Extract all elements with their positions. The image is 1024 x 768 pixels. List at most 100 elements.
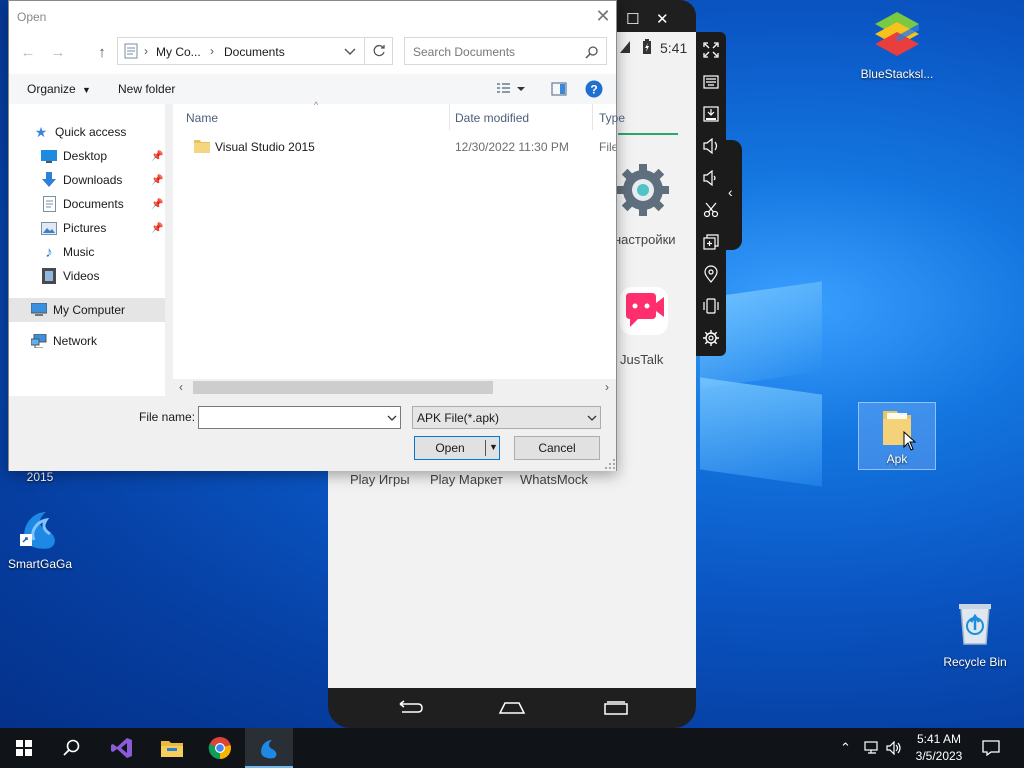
- video-icon: [41, 268, 57, 284]
- nav-downloads[interactable]: Downloads: [41, 169, 122, 191]
- chevron-down-icon[interactable]: [344, 48, 356, 56]
- view-options-icon[interactable]: [496, 82, 526, 96]
- nav-desktop[interactable]: Desktop: [41, 145, 107, 167]
- android-recents-button[interactable]: [596, 696, 636, 720]
- keyboard-button[interactable]: [696, 68, 726, 96]
- cancel-button[interactable]: Cancel: [514, 436, 600, 460]
- organize-button[interactable]: Organize ▼: [27, 82, 91, 96]
- chevron-up-icon[interactable]: ⌃: [840, 740, 851, 756]
- table-row[interactable]: Visual Studio 2015 12/30/2022 11:30 PM F…: [173, 134, 616, 158]
- search-input[interactable]: Search Documents: [404, 37, 607, 65]
- taskbar: ⌃ 5:41 AM 3/5/2023: [0, 728, 1024, 768]
- maximize-icon[interactable]: ☐: [626, 10, 639, 28]
- breadcrumb-separator-icon: ›: [144, 44, 148, 58]
- taskbar-chrome[interactable]: [196, 728, 244, 768]
- open-button[interactable]: Open ▼: [414, 436, 500, 460]
- open-file-dialog: Open ✕ ← → ↑ › My Co... › Documents Sear…: [8, 0, 625, 471]
- resize-grip-icon[interactable]: [605, 459, 615, 469]
- nav-pictures[interactable]: Pictures: [41, 217, 106, 239]
- install-apk-button[interactable]: [696, 100, 726, 128]
- nav-label: Downloads: [63, 173, 123, 187]
- mouse-cursor-icon: [903, 431, 917, 451]
- app-label-play-store: Play Маркет: [430, 472, 503, 487]
- back-arrow-icon[interactable]: ←: [17, 41, 39, 63]
- location-button[interactable]: [696, 260, 726, 288]
- pin-icon[interactable]: 📌: [151, 199, 163, 210]
- column-header-type[interactable]: Type: [599, 111, 625, 125]
- forward-arrow-icon[interactable]: →: [47, 41, 69, 63]
- taskbar-clock[interactable]: 5:41 AM 3/5/2023: [905, 731, 973, 765]
- taskbar-visual-studio[interactable]: [98, 728, 146, 768]
- multi-instance-button[interactable]: [696, 228, 726, 256]
- up-arrow-icon[interactable]: ↑: [91, 41, 113, 63]
- bluestacks-icon: [875, 12, 919, 56]
- dialog-close-button[interactable]: ✕: [593, 5, 613, 27]
- desktop-icon-smartgaga[interactable]: SmartGaGa: [0, 506, 80, 571]
- nav-network[interactable]: Network: [31, 330, 97, 352]
- screenshot-button[interactable]: [696, 196, 726, 224]
- nav-quick-access[interactable]: ★ Quick access: [33, 121, 127, 143]
- chevron-down-icon[interactable]: [387, 415, 397, 422]
- volume-down-button[interactable]: [696, 164, 726, 192]
- pin-icon[interactable]: 📌: [151, 151, 163, 162]
- search-button[interactable]: [48, 728, 96, 768]
- nav-documents[interactable]: Documents: [41, 193, 124, 215]
- caret-down-icon[interactable]: ▼: [489, 442, 498, 452]
- horizontal-scrollbar[interactable]: ‹ ›: [173, 379, 616, 396]
- scissors-icon: [703, 202, 719, 218]
- refresh-button[interactable]: [365, 37, 393, 65]
- breadcrumb-item[interactable]: Documents: [224, 45, 285, 59]
- android-home-button[interactable]: [492, 696, 532, 720]
- new-folder-button[interactable]: New folder: [118, 82, 175, 96]
- file-name-input[interactable]: [198, 406, 401, 429]
- search-icon: [63, 739, 80, 756]
- start-button[interactable]: [0, 728, 48, 768]
- column-separator[interactable]: [449, 104, 450, 130]
- shake-button[interactable]: [696, 292, 726, 320]
- desktop-icon-bluestacks[interactable]: BlueStacksl...: [857, 8, 937, 81]
- help-icon[interactable]: ?: [585, 80, 603, 98]
- preview-pane-icon[interactable]: [551, 82, 567, 96]
- nav-videos[interactable]: Videos: [41, 265, 99, 287]
- desktop-icon-label: SmartGaGa: [7, 557, 73, 571]
- desktop-icon-visual-studio[interactable]: 2015: [0, 470, 80, 484]
- fullscreen-button[interactable]: [696, 36, 726, 64]
- breadcrumb-separator-icon: ›: [210, 44, 214, 58]
- nav-label: Videos: [63, 269, 100, 283]
- sort-caret-icon: ^: [314, 100, 319, 110]
- close-icon[interactable]: ✕: [656, 10, 669, 28]
- nav-label: Music: [63, 245, 95, 259]
- scroll-right-icon[interactable]: ›: [605, 380, 609, 394]
- column-separator[interactable]: [592, 104, 593, 130]
- nav-pane-divider[interactable]: [165, 104, 173, 396]
- pin-icon[interactable]: 📌: [151, 175, 163, 186]
- nav-label: Pictures: [63, 221, 107, 235]
- breadcrumb-item[interactable]: My Co...: [156, 45, 201, 59]
- volume-icon[interactable]: [886, 741, 902, 755]
- nav-my-computer[interactable]: My Computer: [31, 299, 125, 321]
- settings-app-icon[interactable]: [615, 162, 671, 218]
- volume-up-button[interactable]: [696, 132, 726, 160]
- column-header-date[interactable]: Date modified: [455, 111, 529, 125]
- column-header-name[interactable]: Name: [186, 111, 218, 125]
- command-bar: Organize ▼ New folder ?: [9, 74, 616, 104]
- android-back-button[interactable]: [390, 696, 430, 720]
- address-bar[interactable]: › My Co... › Documents: [117, 37, 365, 65]
- documents-folder-icon: [124, 43, 138, 59]
- clock-date: 3/5/2023: [915, 749, 963, 763]
- file-type-select[interactable]: APK File(*.apk): [412, 406, 601, 429]
- network-icon[interactable]: [864, 741, 880, 755]
- taskbar-file-explorer[interactable]: [148, 728, 196, 768]
- desktop-icon-apk[interactable]: Apk: [858, 402, 936, 470]
- scroll-left-icon[interactable]: ‹: [179, 380, 183, 394]
- scrollbar-thumb[interactable]: [193, 381, 493, 394]
- desktop-icon-recycle-bin[interactable]: Recycle Bin: [935, 600, 1015, 669]
- taskbar-smartgaga[interactable]: [245, 728, 293, 768]
- pin-icon[interactable]: 📌: [151, 223, 163, 234]
- emulator-settings-button[interactable]: [696, 324, 726, 352]
- emulator-side-tab[interactable]: ‹: [724, 140, 742, 250]
- justalk-app-icon[interactable]: [618, 285, 670, 337]
- recents-icon: [604, 701, 628, 715]
- notification-icon[interactable]: [982, 740, 1000, 756]
- nav-music[interactable]: ♪ Music: [41, 241, 94, 263]
